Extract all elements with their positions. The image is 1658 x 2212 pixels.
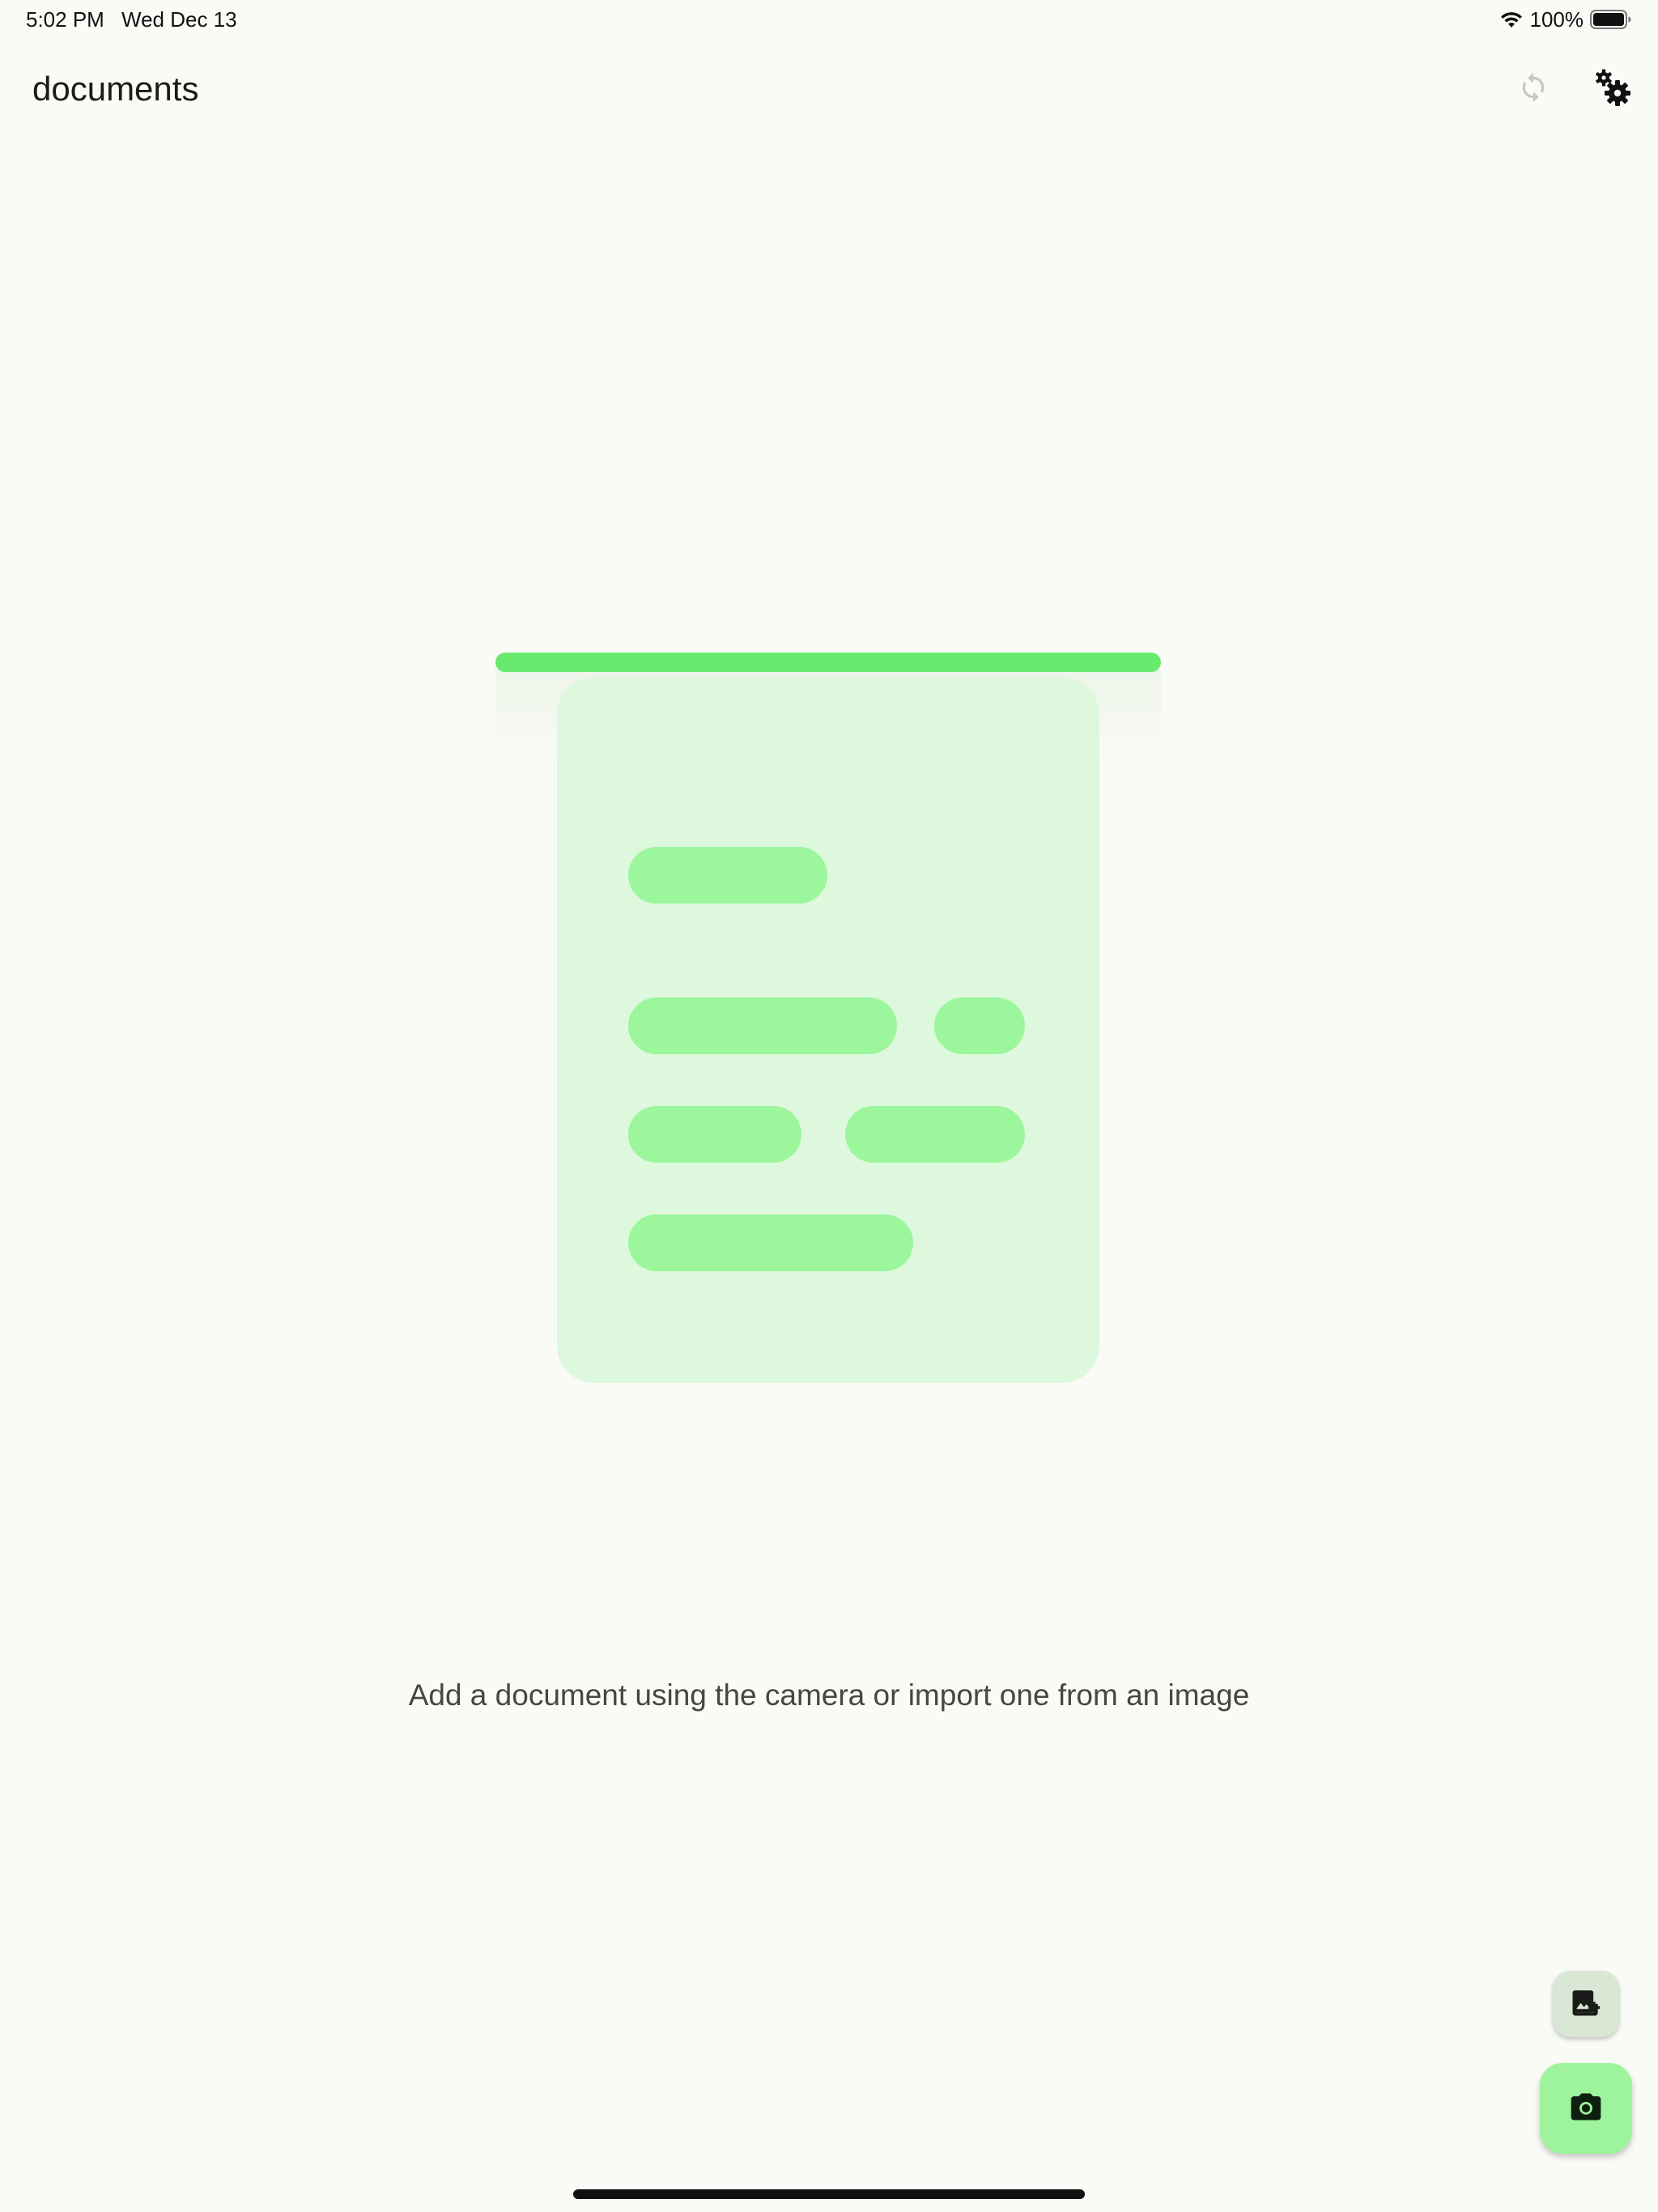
document-placeholder-line	[934, 998, 1025, 1054]
camera-scan-button[interactable]	[1540, 2063, 1632, 2154]
document-placeholder-line	[628, 847, 827, 904]
add-photo-icon	[1568, 1984, 1604, 2024]
page-title: documents	[32, 70, 199, 108]
status-bar: 5:02 PM Wed Dec 13 100%	[0, 0, 1658, 39]
scan-line	[495, 653, 1161, 672]
import-image-button[interactable]	[1553, 1971, 1619, 2037]
document-placeholder-line	[628, 1106, 801, 1163]
wifi-icon	[1499, 10, 1524, 29]
document-placeholder-line	[845, 1106, 1025, 1163]
sync-button[interactable]	[1504, 60, 1562, 118]
battery-icon	[1590, 9, 1632, 30]
settings-button[interactable]	[1584, 60, 1642, 118]
document-placeholder-line	[628, 998, 897, 1054]
settings-gears-icon	[1592, 66, 1634, 113]
status-date: Wed Dec 13	[121, 7, 237, 32]
battery-percentage: 100%	[1529, 7, 1584, 32]
document-placeholder-line	[628, 1214, 913, 1271]
camera-icon	[1568, 2089, 1604, 2129]
document-scan-illustration	[495, 653, 1161, 1385]
status-indicators: 100%	[1499, 6, 1633, 32]
home-indicator[interactable]	[573, 2189, 1085, 2199]
status-time: 5:02 PM	[26, 7, 104, 32]
sync-icon	[1517, 71, 1550, 108]
empty-state-message: Add a document using the camera or impor…	[408, 1678, 1250, 1712]
